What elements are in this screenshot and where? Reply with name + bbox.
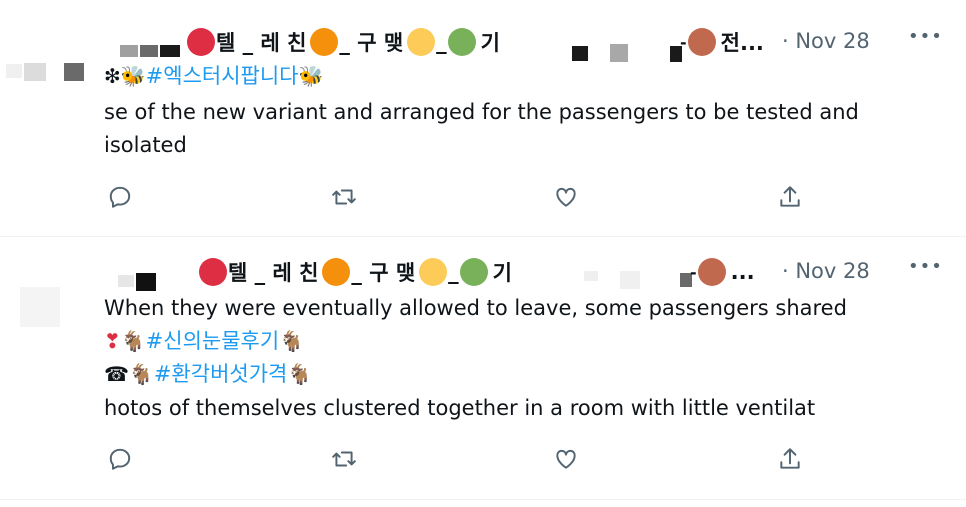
red-circle-icon <box>187 28 215 56</box>
orange-circle-icon <box>322 258 351 286</box>
like-icon <box>556 187 576 207</box>
name-part: _ 구 맺 <box>339 31 404 55</box>
display-name[interactable]: 텔 _ 레 친 _ 구 맺 _ 기 <box>198 257 512 287</box>
heart-goat-icon: ❣🐐 <box>104 329 146 353</box>
name-part: 기 <box>492 261 512 285</box>
brown-circle-icon <box>687 28 716 56</box>
reply-button[interactable] <box>104 443 136 475</box>
share-icon <box>780 448 800 469</box>
like-icon <box>556 449 576 469</box>
name-part: 기 <box>480 31 500 55</box>
display-name[interactable]: 텔 _ 레 친 _ 구 맺 _ 기 <box>186 27 500 57</box>
orange-circle-icon <box>310 28 339 56</box>
name-part: 전... <box>720 31 764 55</box>
yellow-circle-icon <box>407 28 436 56</box>
retweet-button[interactable] <box>328 181 360 213</box>
tweet[interactable]: 텔 _ 레 친 _ 구 맺 _ 기 - ... · Nov 28 ••• Whe… <box>0 237 966 500</box>
red-circle-icon <box>199 258 227 286</box>
tweet-text-line: ❇🐝#엑스터시팝니다🐝 <box>104 60 323 92</box>
sparkle-bee-icon: ❇🐝 <box>104 64 146 88</box>
more-options-icon[interactable]: ••• <box>908 256 943 277</box>
tweet-text-line: isolated <box>104 133 187 157</box>
name-part: 텔 _ 레 친 <box>228 261 319 285</box>
avatar[interactable] <box>0 267 90 337</box>
avatar[interactable] <box>0 50 90 100</box>
tweet-text-line: ❣🐐#신의눈물후기🐐 <box>104 325 304 357</box>
tweet[interactable]: 텔 _ 레 친 _ 구 맺 _ 기 - 전... · Nov 28 ••• ❇🐝… <box>0 0 966 237</box>
tweet-actions <box>104 443 804 475</box>
name-suffix: - <box>690 262 697 282</box>
tweet-text-line: hotos of themselves clustered together i… <box>104 396 816 420</box>
hashtag-link[interactable]: #환각버섯가격 <box>154 362 288 386</box>
tweet-text-line: se of the new variant and arranged for t… <box>104 100 859 124</box>
share-button[interactable] <box>774 181 806 213</box>
name-part: _ <box>436 30 447 54</box>
tweet-header: 텔 _ 레 친 _ 구 맺 _ 기 <box>186 27 500 57</box>
green-circle-icon <box>447 28 476 56</box>
reply-button[interactable] <box>104 181 136 213</box>
hashtag-link[interactable]: #엑스터시팝니다 <box>146 64 299 88</box>
like-button[interactable] <box>550 443 582 475</box>
goat-icon: 🐐 <box>279 329 305 353</box>
goat-icon: 🐐 <box>287 362 313 386</box>
retweet-button[interactable] <box>328 443 360 475</box>
retweet-icon <box>332 189 356 205</box>
tweet-header: 텔 _ 레 친 _ 구 맺 _ 기 <box>198 257 512 287</box>
yellow-circle-icon <box>419 258 448 286</box>
share-button[interactable] <box>774 443 806 475</box>
tweet-text-line: ☎🐐#환각버섯가격🐐 <box>104 358 312 390</box>
more-options-icon[interactable]: ••• <box>908 26 943 47</box>
name-tail: - ... <box>690 257 755 287</box>
reply-icon <box>109 186 131 208</box>
reply-icon <box>109 448 131 470</box>
phone-goat-icon: ☎🐐 <box>104 362 154 386</box>
brown-circle-icon <box>697 258 726 286</box>
hashtag-link[interactable]: #신의눈물후기 <box>146 329 280 353</box>
tweet-actions <box>104 181 804 213</box>
like-button[interactable] <box>550 181 582 213</box>
name-part: _ 구 맺 <box>351 261 416 285</box>
tweet-text-line: When they were eventually allowed to lea… <box>104 296 847 320</box>
name-part: 텔 _ 레 친 <box>216 31 307 55</box>
share-icon <box>780 186 800 207</box>
name-suffix: - <box>680 32 687 52</box>
retweet-icon <box>332 451 356 467</box>
tweet-date[interactable]: · Nov 28 <box>782 259 870 283</box>
name-part: ... <box>730 260 755 284</box>
tweet-date[interactable]: · Nov 28 <box>782 29 870 53</box>
name-part: _ <box>448 260 459 284</box>
name-tail: - 전... <box>680 27 764 57</box>
bee-icon: 🐝 <box>298 64 324 88</box>
green-circle-icon <box>459 258 488 286</box>
